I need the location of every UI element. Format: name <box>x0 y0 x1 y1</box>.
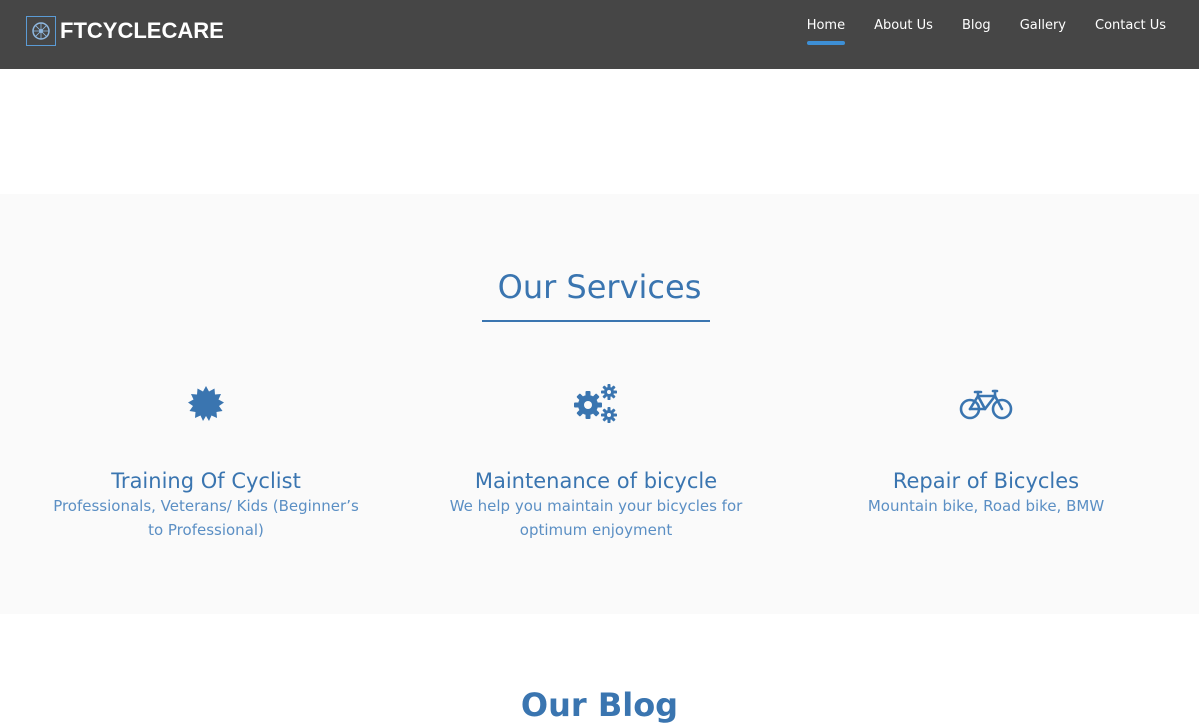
main-nav: Home About Us Blog Gallery Contact Us <box>806 18 1166 45</box>
bicycle-wheel-icon <box>26 16 56 46</box>
services-section: Our Services Training Of Cyclist Profess… <box>0 194 1199 614</box>
service-title: Maintenance of bicycle <box>474 469 718 493</box>
certificate-badge-icon <box>186 384 226 428</box>
brand-name: FTCYCLECARE <box>60 18 224 43</box>
services-title-underline <box>482 320 710 322</box>
service-description: We help you maintain your bicycles for o… <box>449 497 743 539</box>
brand[interactable]: FTCYCLECARE <box>26 15 224 47</box>
service-title: Repair of Bicycles <box>892 469 1080 493</box>
cogs-icon <box>573 383 619 429</box>
nav-home[interactable]: Home <box>806 18 846 45</box>
blog-section-title: Our Blog <box>520 686 679 724</box>
nav-about-us[interactable]: About Us <box>874 18 933 45</box>
service-training: Training Of Cyclist Professionals, Veter… <box>11 384 401 542</box>
nav-contact-us[interactable]: Contact Us <box>1095 18 1166 45</box>
service-description: Mountain bike, Road bike, BMW <box>867 497 1105 515</box>
nav-blog[interactable]: Blog <box>962 18 991 45</box>
service-maintenance: Maintenance of bicycle We help you maint… <box>401 384 791 542</box>
nav-gallery[interactable]: Gallery <box>1020 18 1066 45</box>
service-description: Professionals, Veterans/ Kids (Beginner’… <box>53 497 359 539</box>
service-title: Training Of Cyclist <box>111 469 301 493</box>
services-title: Our Services <box>497 268 702 306</box>
service-repair: Repair of Bicycles Mountain bike, Road b… <box>791 384 1181 518</box>
top-navbar: FTCYCLECARE Home About Us Blog Gallery C… <box>0 0 1199 69</box>
bicycle-icon <box>959 388 1013 424</box>
